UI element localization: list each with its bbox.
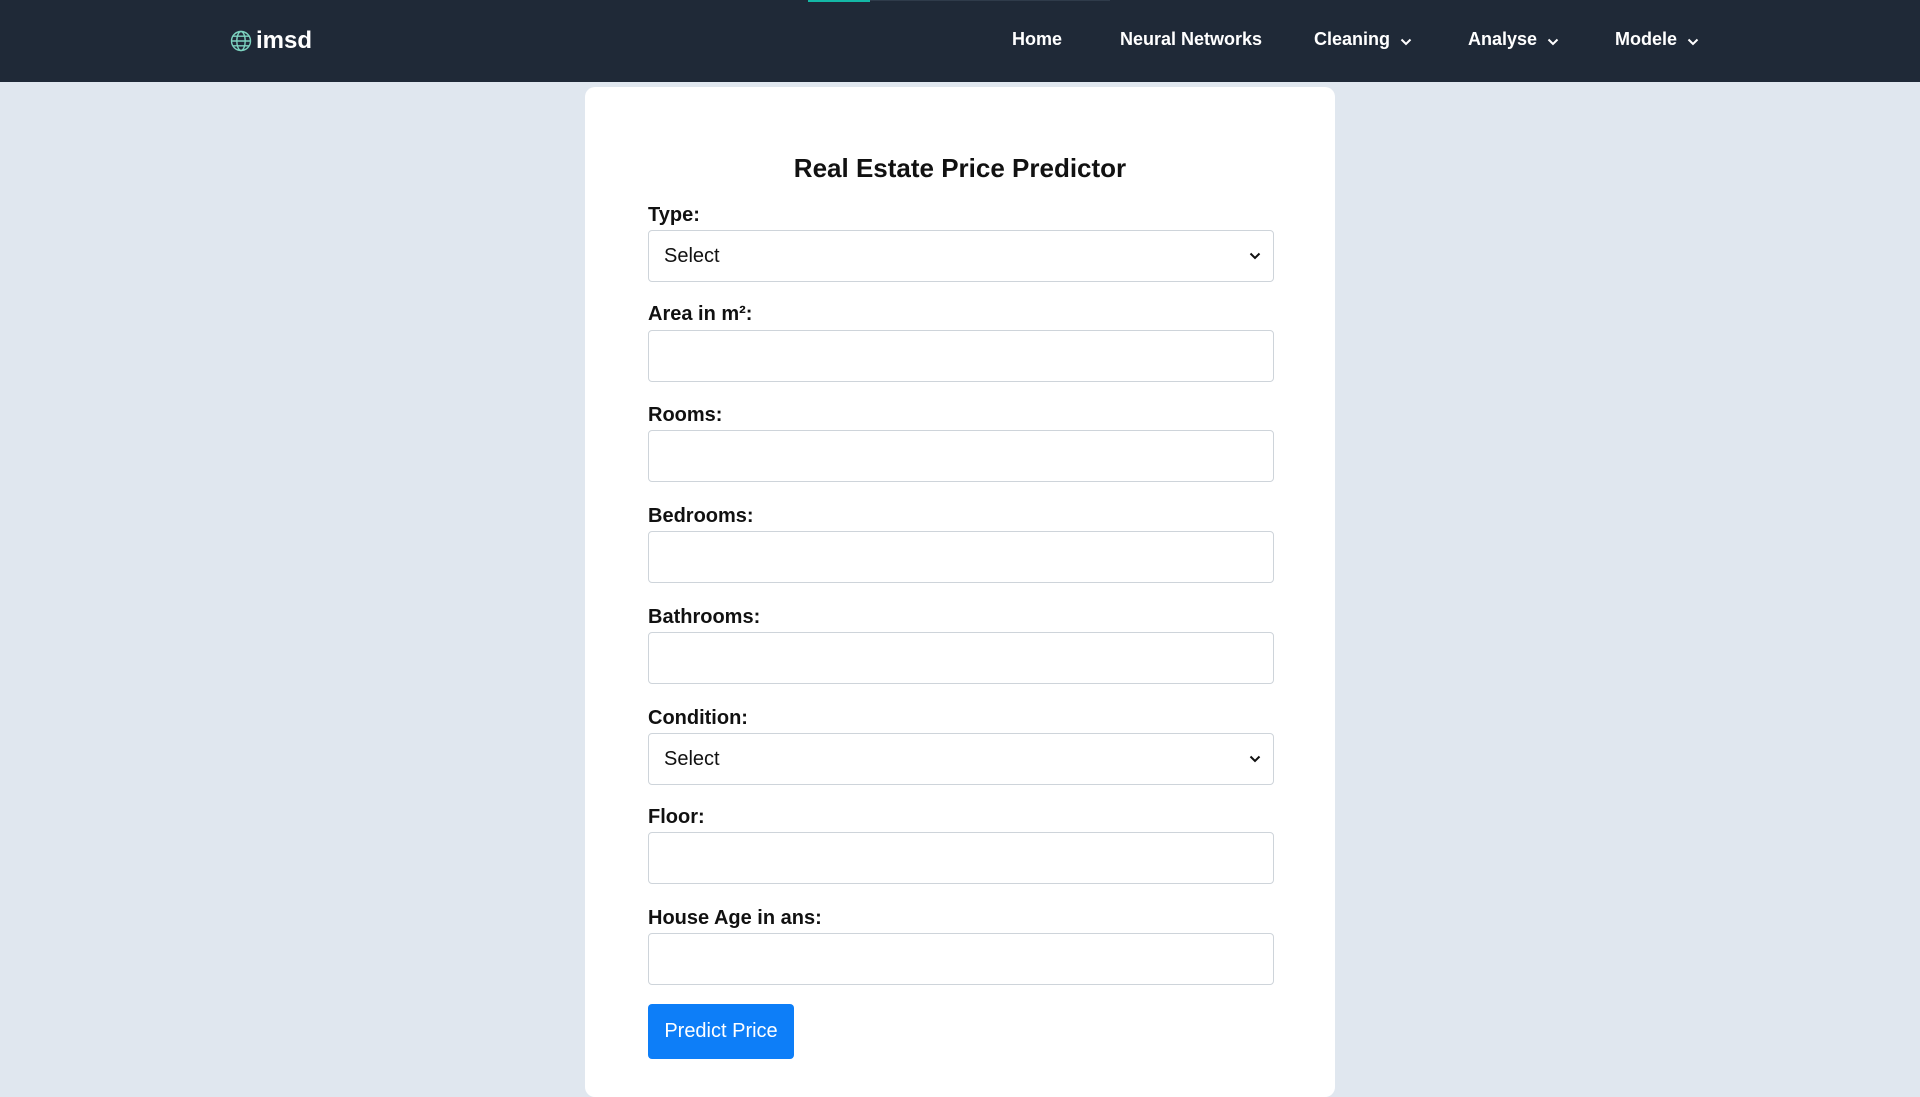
nav-item-modele[interactable]: Modele bbox=[1615, 29, 1699, 50]
type-select-value: Select bbox=[664, 244, 720, 267]
nav-item-label: Modele bbox=[1615, 29, 1678, 49]
chevron-down-icon bbox=[1400, 34, 1412, 46]
floor-input[interactable] bbox=[648, 832, 1274, 884]
bedrooms-input[interactable] bbox=[648, 531, 1274, 583]
predict-price-button[interactable]: Predict Price bbox=[648, 1004, 794, 1059]
chevron-down-icon bbox=[1249, 252, 1261, 260]
house-age-label: House Age in ans: bbox=[648, 907, 822, 929]
area-input[interactable] bbox=[648, 330, 1274, 382]
type-label: Type: bbox=[648, 204, 700, 226]
chevron-down-icon bbox=[1687, 34, 1699, 46]
nav-item-label: Analyse bbox=[1468, 29, 1538, 49]
condition-label: Condition: bbox=[648, 707, 748, 729]
nav-item-label: Home bbox=[1012, 29, 1063, 49]
nav-item-analyse[interactable]: Analyse bbox=[1468, 29, 1559, 50]
bathrooms-label: Bathrooms: bbox=[648, 606, 761, 628]
nav-menu: Home Neural Networks Cleaning Analyse Mo… bbox=[0, 0, 1920, 82]
page-title: Real Estate Price Predictor bbox=[793, 153, 1127, 183]
house-age-input[interactable] bbox=[648, 933, 1274, 985]
type-select[interactable]: Select bbox=[648, 230, 1274, 282]
nav-item-home[interactable]: Home bbox=[1012, 29, 1062, 50]
nav-item-cleaning[interactable]: Cleaning bbox=[1314, 29, 1412, 50]
rooms-label: Rooms: bbox=[648, 404, 723, 426]
chevron-down-icon bbox=[1249, 755, 1261, 763]
top-navbar: imsd Home Neural Networks Cleaning Analy… bbox=[0, 0, 1920, 82]
nav-item-label: Cleaning bbox=[1314, 29, 1391, 49]
rooms-input[interactable] bbox=[648, 430, 1274, 482]
nav-item-label: Neural Networks bbox=[1120, 29, 1263, 49]
nav-item-neural-networks[interactable]: Neural Networks bbox=[1120, 29, 1262, 50]
bathrooms-input[interactable] bbox=[648, 632, 1274, 684]
chevron-down-icon bbox=[1547, 34, 1559, 46]
bedrooms-label: Bedrooms: bbox=[648, 505, 754, 527]
area-label: Area in m²: bbox=[648, 303, 753, 325]
condition-select-value: Select bbox=[664, 747, 720, 770]
condition-select[interactable]: Select bbox=[648, 733, 1274, 785]
floor-label: Floor: bbox=[648, 806, 705, 828]
